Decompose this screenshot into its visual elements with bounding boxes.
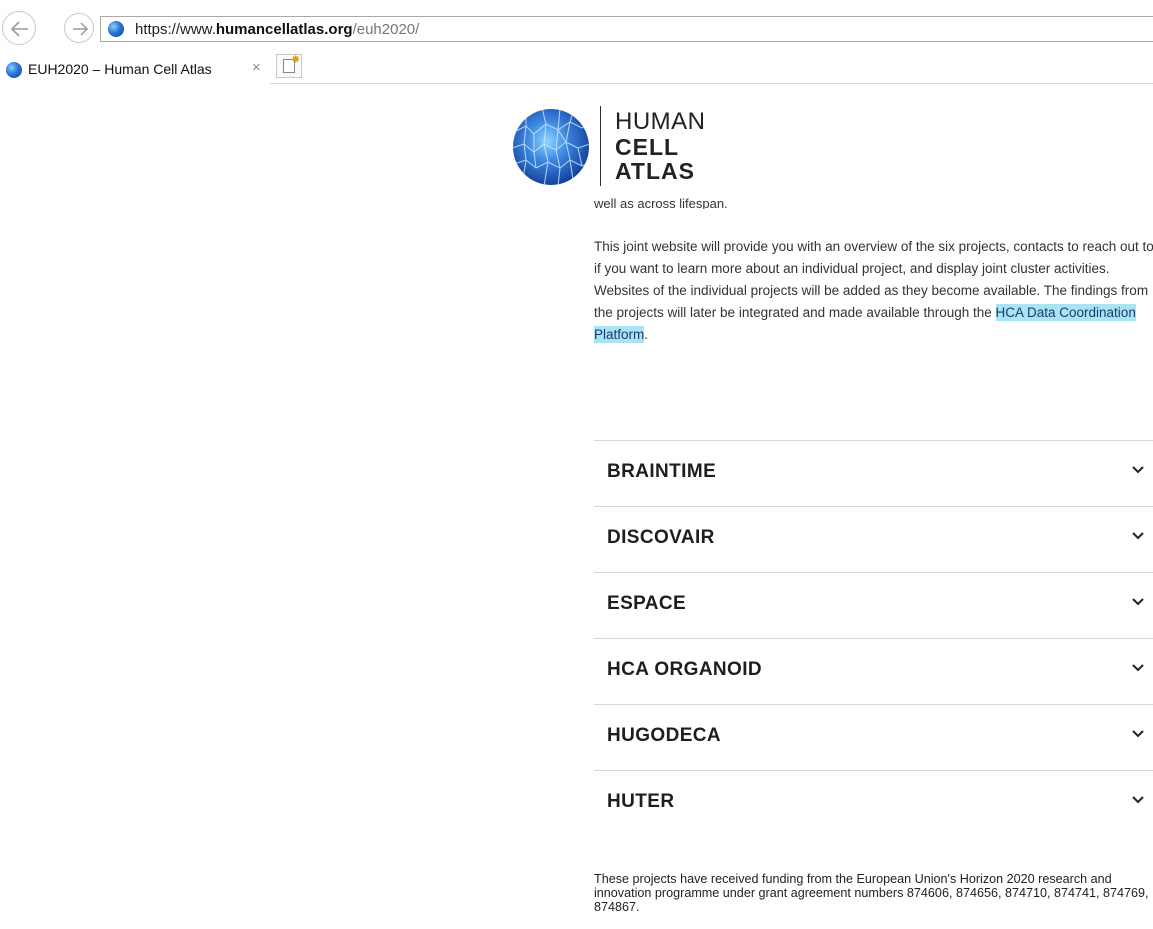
intro-paragraph: This joint website will provide you with…: [594, 239, 1153, 343]
accordion-title: ESPACE: [607, 593, 687, 614]
chevron-down-icon: [1132, 730, 1144, 738]
chevron-down-icon: [1132, 466, 1144, 474]
accordion-title: DISCOVAIR: [607, 527, 715, 548]
tab-close-icon[interactable]: ×: [252, 59, 261, 76]
accordion-item-hca-organoid[interactable]: HCA ORGANOID: [594, 638, 1153, 704]
tab-title: EUH2020 – Human Cell Atlas: [28, 61, 212, 77]
tab-euh2020[interactable]: EUH2020 – Human Cell Atlas ×: [0, 52, 270, 84]
logo-divider: [600, 106, 601, 186]
accordion-item-espace[interactable]: ESPACE: [594, 572, 1153, 638]
clipped-paragraph: well as across lifespan.: [594, 198, 728, 209]
accordion-item-discovair[interactable]: DISCOVAIR: [594, 506, 1153, 572]
chevron-down-icon: [1132, 664, 1144, 672]
chevron-down-icon: [1132, 598, 1144, 606]
address-bar: https://www.humancellatlas.org/euh2020/: [0, 0, 1153, 46]
accordion-item-huter[interactable]: HUTER: [594, 770, 1153, 836]
tab-globe-icon: [6, 62, 22, 78]
accordion-title: HUTER: [607, 791, 675, 812]
accordion-item-hugodeca[interactable]: HUGODECA: [594, 704, 1153, 770]
forward-arrow-icon: [73, 22, 89, 36]
url-text: https://www.humancellatlas.org/euh2020/: [135, 21, 420, 38]
sparkle-icon: ✸: [291, 54, 301, 66]
logo-text-atlas: ATLAS: [615, 158, 695, 184]
accordion-item-braintime[interactable]: BRAINTIME: [594, 440, 1153, 506]
cell-globe-icon: [513, 109, 589, 185]
hca-logo[interactable]: HUMAN CELL ATLAS: [512, 106, 712, 190]
back-button[interactable]: [2, 11, 36, 45]
forward-button[interactable]: [64, 13, 94, 43]
accordion-title: HUGODECA: [607, 725, 722, 746]
funding-notice: These projects have received funding fro…: [594, 872, 1149, 914]
site-globe-icon: [108, 21, 124, 37]
logo-text-human: HUMAN: [615, 108, 706, 135]
chevron-down-icon: [1132, 796, 1144, 804]
new-tab-button[interactable]: ✸: [276, 54, 302, 78]
projects-accordion: BRAINTIME DISCOVAIR ESPACE HCA ORGANOID …: [594, 440, 1153, 836]
chevron-down-icon: [1132, 532, 1144, 540]
accordion-title: BRAINTIME: [607, 461, 717, 482]
tab-bar: EUH2020 – Human Cell Atlas × ✸: [0, 46, 1153, 84]
url-input[interactable]: https://www.humancellatlas.org/euh2020/: [100, 16, 1153, 42]
accordion-title: HCA ORGANOID: [607, 659, 763, 680]
back-arrow-icon: [10, 21, 28, 37]
logo-text-cell: CELL: [615, 134, 680, 160]
